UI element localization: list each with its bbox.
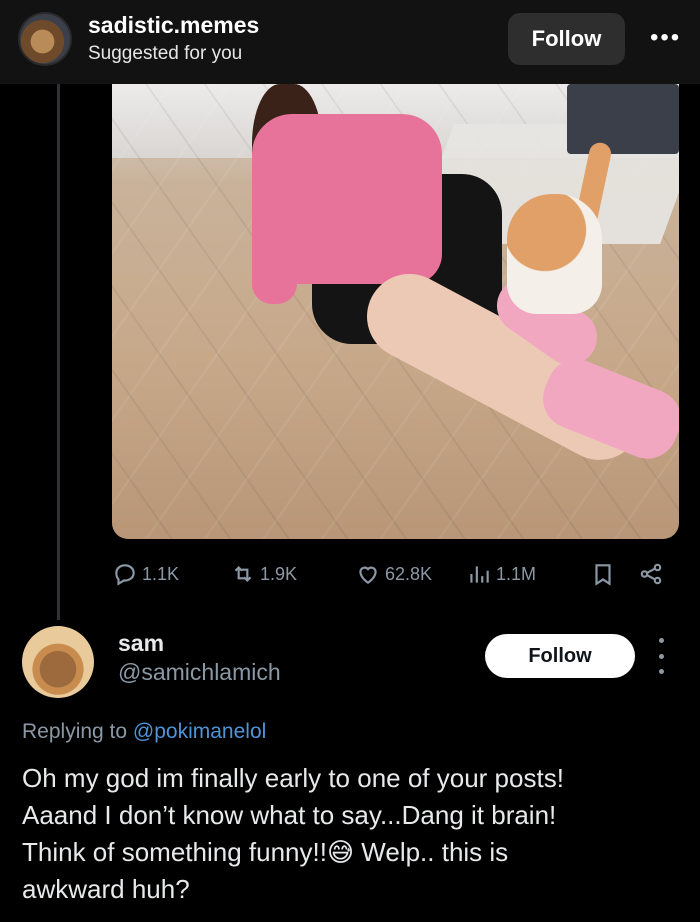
follow-button[interactable]: Follow bbox=[508, 13, 625, 65]
photo-furniture bbox=[567, 84, 679, 154]
reply-avatar[interactable] bbox=[22, 626, 94, 698]
reply-icon bbox=[115, 564, 135, 586]
post-photo[interactable] bbox=[112, 84, 679, 539]
bookmark-icon bbox=[595, 564, 611, 586]
retweet-icon bbox=[234, 565, 252, 583]
heart-icon bbox=[359, 566, 377, 584]
retweet-stat[interactable]: 1.9K bbox=[230, 556, 297, 592]
reply-text-fragment: Welp.. this is bbox=[354, 837, 509, 867]
thread-line bbox=[57, 84, 60, 620]
account-avatar[interactable] bbox=[18, 12, 72, 66]
reply-follow-button[interactable]: Follow bbox=[485, 634, 635, 678]
reply-more-icon[interactable] bbox=[656, 638, 666, 674]
suggested-label: Suggested for you bbox=[88, 43, 243, 64]
reply-text-line: Oh my god im finally early to one of you… bbox=[22, 763, 564, 793]
photo-cat bbox=[507, 194, 602, 314]
reply-stat[interactable]: 1.1K bbox=[112, 556, 179, 592]
views-icon bbox=[470, 566, 489, 583]
replying-to-line: Replying to @pokimanelol bbox=[22, 720, 266, 744]
views-count: 1.1M bbox=[496, 563, 537, 584]
reply-count: 1.1K bbox=[142, 563, 180, 584]
bookmark-button[interactable] bbox=[590, 556, 616, 592]
replying-prefix: Replying to bbox=[22, 720, 128, 743]
more-options-icon[interactable]: ••• bbox=[650, 24, 681, 52]
share-icon bbox=[640, 563, 662, 585]
reply-display-name[interactable]: sam bbox=[118, 630, 164, 657]
like-count: 62.8K bbox=[385, 563, 433, 584]
replying-mention-link[interactable]: @pokimanelol bbox=[133, 720, 266, 743]
account-username[interactable]: sadistic.memes bbox=[88, 12, 259, 39]
post-header: sadistic.memes Suggested for you Follow … bbox=[0, 0, 700, 84]
like-stat[interactable]: 62.8K bbox=[355, 556, 432, 592]
photo-person-arm bbox=[252, 194, 297, 304]
reply-text-line: Think of something funny!!😅 Welp.. this … bbox=[22, 834, 682, 871]
reply-text-line: awkward huh? bbox=[22, 874, 190, 904]
tweet-stats-bar: 1.1K 1.9K 62.8K 1.1M bbox=[112, 556, 672, 592]
reply-text-line: Aaand I don’t know what to say...Dang it… bbox=[22, 800, 557, 830]
share-button[interactable] bbox=[638, 556, 664, 592]
retweet-count: 1.9K bbox=[260, 563, 298, 584]
reply-handle[interactable]: @samichlamich bbox=[118, 659, 281, 686]
reply-text-fragment: Think of something funny!! bbox=[22, 837, 327, 867]
sweat-smile-emoji-icon: 😅 bbox=[326, 837, 355, 867]
reply-text: Oh my god im finally early to one of you… bbox=[22, 760, 682, 908]
views-stat[interactable]: 1.1M bbox=[466, 556, 536, 592]
